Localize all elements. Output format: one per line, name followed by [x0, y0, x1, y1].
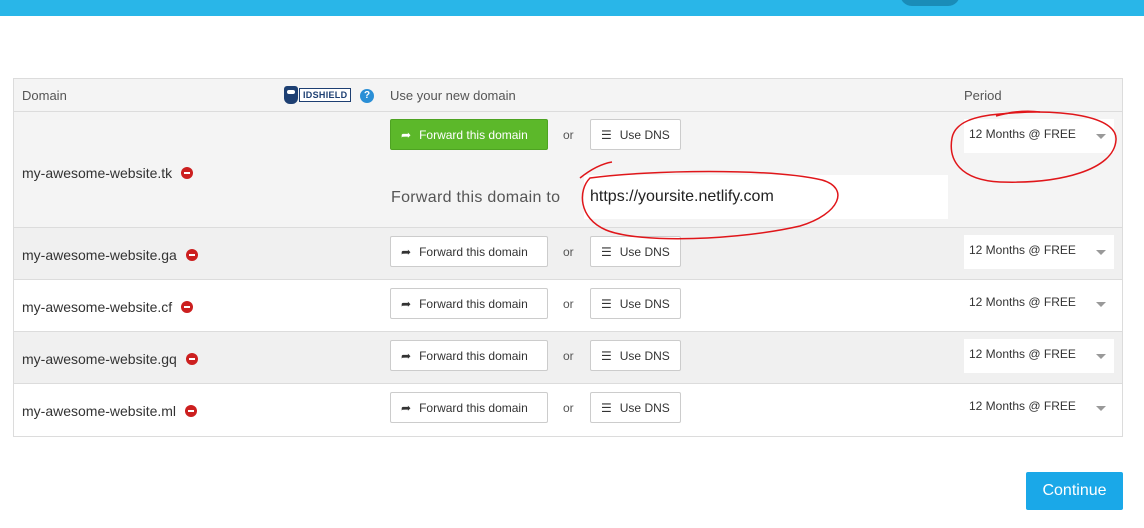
- remove-icon[interactable]: [181, 167, 194, 179]
- or-text: or: [563, 245, 574, 259]
- domain-table: Domain IDSHIELD ? Use your new domain Pe…: [13, 78, 1123, 437]
- share-arrow-icon: ➦: [401, 296, 412, 311]
- top-bar: [0, 0, 1144, 16]
- or-text: or: [563, 349, 574, 363]
- remove-icon[interactable]: [181, 301, 194, 313]
- forward-domain-button[interactable]: ➦ Forward this domain: [390, 236, 548, 267]
- dns-button-label: Use DNS: [619, 244, 670, 259]
- forward-domain-button[interactable]: ➦ Forward this domain: [390, 288, 548, 319]
- table-row: my-awesome-website.tk ➦ Forward this dom…: [14, 112, 1122, 228]
- forward-domain-button[interactable]: ➦ Forward this domain: [390, 340, 548, 371]
- period-select[interactable]: 12 Months @ FREE: [964, 119, 1114, 153]
- share-arrow-icon: ➦: [401, 244, 412, 259]
- list-icon: ☰: [601, 127, 612, 142]
- domain-name: my-awesome-website.gq: [22, 351, 198, 367]
- use-dns-button[interactable]: ☰ Use DNS: [590, 236, 681, 267]
- period-select[interactable]: 12 Months @ FREE: [964, 235, 1114, 269]
- period-value: 12 Months @ FREE: [969, 399, 1076, 413]
- table-row: my-awesome-website.ml ➦ Forward this dom…: [14, 384, 1122, 436]
- forward-domain-button[interactable]: ➦ Forward this domain: [390, 392, 548, 423]
- dns-button-label: Use DNS: [619, 296, 670, 311]
- period-value: 12 Months @ FREE: [969, 347, 1076, 361]
- table-header: Domain IDSHIELD ? Use your new domain Pe…: [14, 79, 1122, 112]
- remove-icon[interactable]: [185, 405, 198, 417]
- use-dns-button[interactable]: ☰ Use DNS: [590, 119, 681, 150]
- period-select[interactable]: 12 Months @ FREE: [964, 339, 1114, 373]
- domain-name: my-awesome-website.tk: [22, 165, 194, 181]
- forward-button-label: Forward this domain: [419, 296, 528, 311]
- chevron-down-icon: [1096, 302, 1106, 307]
- period-select[interactable]: 12 Months @ FREE: [964, 391, 1114, 425]
- column-header-use: Use your new domain: [390, 88, 516, 103]
- dns-button-label: Use DNS: [619, 127, 670, 142]
- remove-icon[interactable]: [185, 353, 198, 365]
- domain-name: my-awesome-website.ml: [22, 403, 198, 419]
- list-icon: ☰: [601, 244, 612, 259]
- use-dns-button[interactable]: ☰ Use DNS: [590, 392, 681, 423]
- idshield-text: IDSHIELD: [299, 88, 352, 102]
- period-select[interactable]: 12 Months @ FREE: [964, 287, 1114, 321]
- forward-button-label: Forward this domain: [419, 400, 528, 415]
- use-dns-button[interactable]: ☰ Use DNS: [590, 288, 681, 319]
- forward-to-label: Forward this domain to: [391, 189, 561, 206]
- forward-button-label: Forward this domain: [419, 348, 528, 363]
- chevron-down-icon: [1096, 354, 1106, 359]
- list-icon: ☰: [601, 296, 612, 311]
- domain-name: my-awesome-website.cf: [22, 299, 194, 315]
- forward-button-label: Forward this domain: [419, 244, 528, 259]
- chevron-down-icon: [1096, 134, 1106, 139]
- table-row: my-awesome-website.ga ➦ Forward this dom…: [14, 228, 1122, 280]
- list-icon: ☰: [601, 400, 612, 415]
- continue-button[interactable]: Continue: [1026, 472, 1123, 510]
- period-value: 12 Months @ FREE: [969, 295, 1076, 309]
- list-icon: ☰: [601, 348, 612, 363]
- dns-button-label: Use DNS: [619, 400, 670, 415]
- forward-button-label: Forward this domain: [419, 127, 528, 142]
- chevron-down-icon: [1096, 406, 1106, 411]
- idshield-mascot-icon: [284, 86, 298, 104]
- idshield-logo: IDSHIELD: [284, 86, 352, 104]
- share-arrow-icon: ➦: [401, 127, 412, 142]
- remove-icon[interactable]: [185, 249, 198, 261]
- top-bar-logo-edge: [900, 0, 960, 6]
- or-text: or: [563, 297, 574, 311]
- dns-button-label: Use DNS: [619, 348, 670, 363]
- column-header-domain: Domain: [22, 88, 67, 103]
- table-row: my-awesome-website.gq ➦ Forward this dom…: [14, 332, 1122, 384]
- share-arrow-icon: ➦: [401, 400, 412, 415]
- chevron-down-icon: [1096, 250, 1106, 255]
- or-text: or: [563, 401, 574, 415]
- or-text: or: [563, 128, 574, 142]
- table-row: my-awesome-website.cf ➦ Forward this dom…: [14, 280, 1122, 332]
- forward-domain-button[interactable]: ➦ Forward this domain: [390, 119, 548, 150]
- use-dns-button[interactable]: ☰ Use DNS: [590, 340, 681, 371]
- forward-url-input[interactable]: [584, 175, 948, 219]
- period-value: 12 Months @ FREE: [969, 243, 1076, 257]
- domain-name: my-awesome-website.ga: [22, 247, 198, 263]
- share-arrow-icon: ➦: [401, 348, 412, 363]
- column-header-period: Period: [964, 88, 1002, 103]
- help-icon[interactable]: ?: [360, 89, 374, 103]
- period-value: 12 Months @ FREE: [969, 127, 1076, 141]
